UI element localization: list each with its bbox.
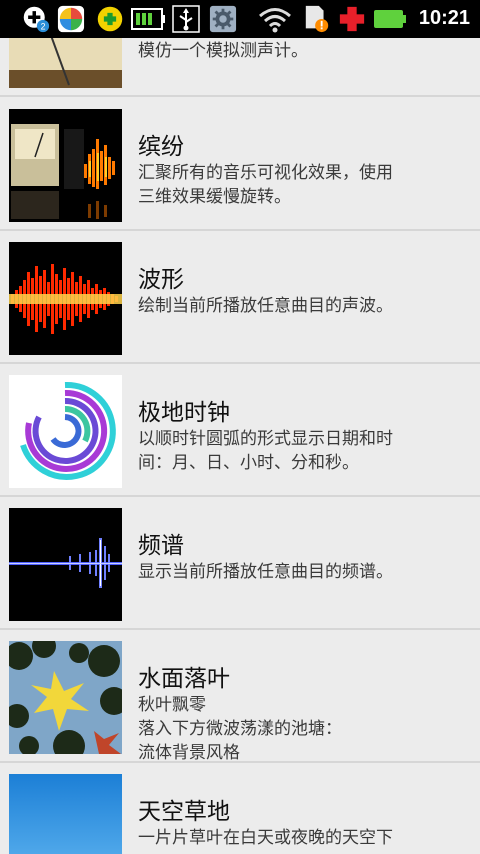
- polar-clock-thumbnail: [9, 375, 122, 488]
- item-description: 显示当前所播放任意曲目的频谱。: [138, 562, 393, 582]
- item-description: 汇聚所有的音乐可视化效果，使用 三维效果缓慢旋转。: [138, 163, 393, 207]
- settings-icon: [209, 5, 237, 33]
- falling-leaves-thumbnail: [9, 641, 122, 754]
- item-title: 缤纷: [138, 134, 184, 160]
- wifi-icon: [259, 8, 291, 33]
- list-item[interactable]: 频谱 显示当前所播放任意曲目的频谱。: [0, 498, 480, 630]
- usb-icon: [172, 5, 200, 33]
- battery-icon: [374, 10, 406, 28]
- list-item[interactable]: 天空草地 一片片草叶在白天或夜晚的天空下: [0, 764, 480, 854]
- vu-meter-thumbnail: [9, 38, 122, 88]
- mix-visualizer-thumbnail: [9, 109, 122, 222]
- item-description: 一片片草叶在白天或夜晚的天空下: [138, 828, 393, 848]
- item-title: 波形: [138, 267, 184, 293]
- status-bar: 2 10:21: [0, 0, 480, 38]
- item-description: 绘制当前所播放任意曲目的声波。: [138, 296, 393, 316]
- list-item[interactable]: 缤纷 汇聚所有的音乐可视化效果，使用 三维效果缓慢旋转。: [0, 99, 480, 231]
- grass-sky-thumbnail: [9, 774, 122, 854]
- list-item[interactable]: 极地时钟 以顺时针圆弧的形式显示日期和时 间：月、日、小时、分和秒。: [0, 365, 480, 497]
- item-title: 频谱: [138, 533, 184, 559]
- list-item[interactable]: 波形 绘制当前所播放任意曲目的声波。: [0, 232, 480, 364]
- clock: 10:21: [418, 7, 470, 29]
- wallpaper-list[interactable]: 模仿一个模拟测声计。 缤纷 汇聚所有的音乐可视化效果，使用 三维效果缓慢旋转。 …: [0, 38, 480, 854]
- item-title: 天空草地: [138, 799, 230, 825]
- item-description: 模仿一个模拟测声计。: [138, 41, 308, 61]
- item-description: 秋叶飘零 落入下方微波荡漾的池塘： 流体背景风格: [138, 695, 342, 763]
- waveform-thumbnail: [9, 242, 122, 355]
- add-icon: 2: [23, 6, 50, 33]
- sd-warning-icon: [305, 5, 329, 33]
- medical-cross-icon: [339, 6, 365, 32]
- notification-count: 2: [41, 22, 46, 32]
- store-app-icon: [57, 5, 85, 33]
- plus-app-icon: [97, 6, 123, 32]
- list-item[interactable]: 水面落叶 秋叶飘零 落入下方微波荡漾的池塘： 流体背景风格: [0, 631, 480, 763]
- battery-saver-icon: [131, 8, 165, 30]
- spectrum-thumbnail: [9, 508, 122, 621]
- item-description: 以顺时针圆弧的形式显示日期和时 间：月、日、小时、分和秒。: [138, 429, 393, 473]
- item-title: 水面落叶: [138, 666, 230, 692]
- item-title: 极地时钟: [138, 400, 230, 426]
- list-item[interactable]: 模仿一个模拟测声计。: [0, 38, 480, 97]
